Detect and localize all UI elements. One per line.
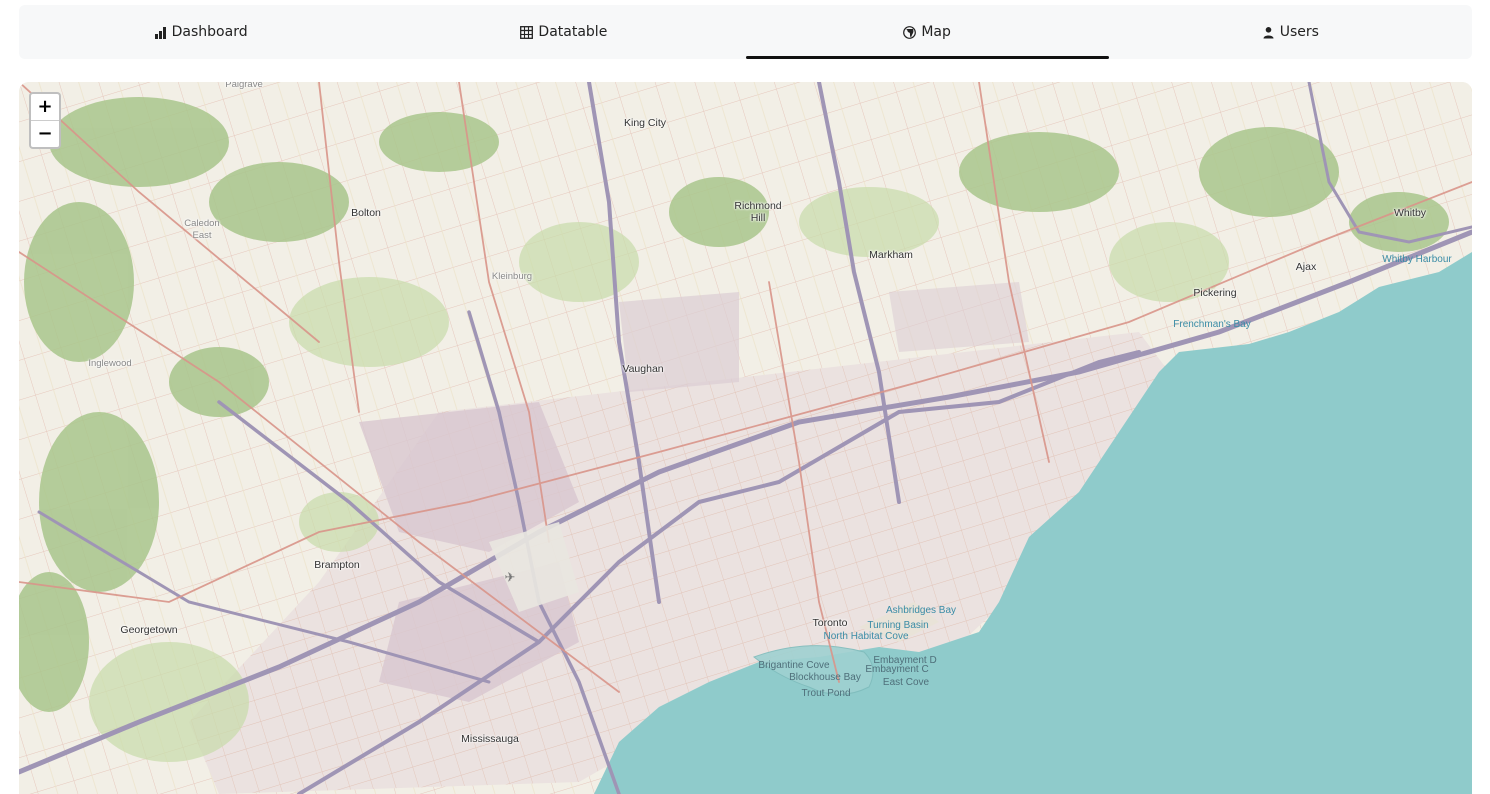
- map-label: Embayment C: [865, 664, 929, 675]
- map-label: Brigantine Cove: [758, 660, 830, 671]
- tab-label: Datatable: [538, 24, 608, 40]
- map-label: North Habitat Cove: [823, 631, 909, 642]
- map-label: Frenchman's Bay: [1173, 319, 1251, 330]
- map-label: Palgrave: [225, 82, 263, 90]
- tab-label: Map: [921, 24, 951, 40]
- map-label: Kleinburg: [491, 271, 533, 282]
- tab-datatable[interactable]: Datatable: [382, 5, 745, 59]
- map-label: Ajax: [1295, 261, 1317, 273]
- map-label: Markham: [869, 249, 913, 261]
- tab-users[interactable]: Users: [1109, 5, 1472, 59]
- airport-icon: ✈: [504, 570, 516, 586]
- tab-label: Dashboard: [171, 24, 248, 40]
- map-label: Mississauga: [461, 733, 519, 745]
- zoom-in-button[interactable]: +: [31, 94, 59, 120]
- zoom-out-button[interactable]: −: [31, 120, 59, 147]
- map-label: Bolton: [351, 207, 381, 219]
- map-label: Blockhouse Bay: [789, 672, 861, 683]
- map-label: Toronto: [812, 617, 848, 629]
- map-label: Pickering: [1193, 287, 1237, 299]
- map-label: Richmond Hill: [734, 200, 782, 224]
- tab-label: Users: [1279, 24, 1319, 40]
- map-label: East Cove: [882, 677, 930, 688]
- table-icon: [520, 25, 534, 39]
- user-icon: [1263, 26, 1274, 38]
- map-label: Whitby: [1393, 207, 1427, 219]
- map-label: Whitby Harbour: [1382, 254, 1452, 265]
- tab-dashboard[interactable]: Dashboard: [19, 5, 382, 59]
- map-container[interactable]: + − Palgrave King City Richmond Hill Bol…: [19, 82, 1472, 794]
- map-label: Inglewood: [88, 358, 132, 369]
- map-label: Trout Pond: [801, 688, 851, 699]
- map-tiles[interactable]: [19, 82, 1472, 794]
- map-label: Georgetown: [120, 624, 178, 636]
- bar-chart-icon: [154, 26, 166, 39]
- tab-bar: Dashboard Datatable Map Users: [19, 5, 1472, 59]
- tab-map[interactable]: Map: [745, 5, 1110, 59]
- map-label: King City: [623, 117, 667, 129]
- globe-icon: [903, 25, 917, 39]
- map-label: Caledon East: [184, 218, 220, 241]
- map-label: Brampton: [314, 559, 360, 571]
- map-label: Ashbridges Bay: [885, 605, 957, 616]
- zoom-control: + −: [29, 92, 61, 149]
- map-label: Vaughan: [622, 363, 664, 375]
